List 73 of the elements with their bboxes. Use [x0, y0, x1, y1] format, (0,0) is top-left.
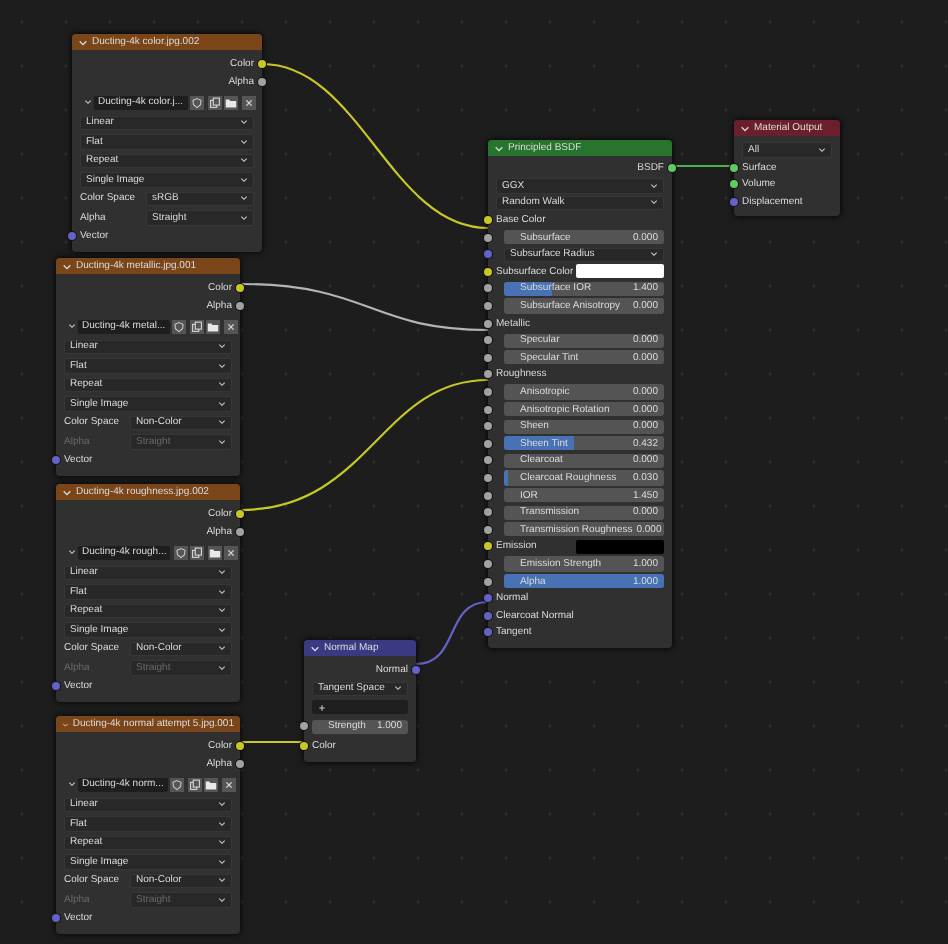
input-socket[interactable]	[484, 302, 492, 311]
input-socket[interactable]	[484, 611, 492, 620]
duplicate-icon[interactable]	[190, 545, 205, 560]
input-socket[interactable]	[730, 180, 738, 189]
input-socket[interactable]	[484, 542, 492, 551]
duplicate-icon[interactable]	[187, 777, 202, 792]
input-socket[interactable]	[484, 559, 492, 568]
input-socket[interactable]	[484, 422, 492, 431]
input-socket[interactable]	[484, 525, 492, 534]
folder-icon[interactable]	[207, 545, 222, 560]
input-socket[interactable]	[484, 216, 492, 225]
input-socket[interactable]	[484, 473, 492, 482]
output-socket[interactable]	[236, 302, 244, 311]
input-socket[interactable]	[484, 628, 492, 637]
color-swatch[interactable]	[576, 264, 664, 279]
output-socket[interactable]	[236, 741, 244, 750]
input-socket[interactable]	[484, 267, 492, 276]
collapse-caret-icon[interactable]	[740, 123, 750, 133]
input-socket[interactable]	[52, 914, 60, 923]
folder-icon[interactable]	[224, 95, 239, 110]
input-socket[interactable]	[300, 722, 308, 731]
shield-icon[interactable]	[170, 777, 185, 792]
input-socket[interactable]	[68, 232, 76, 241]
input-socket[interactable]	[300, 741, 308, 750]
uv-map-field[interactable]	[312, 700, 408, 715]
duplicate-icon[interactable]	[189, 319, 204, 334]
output-socket[interactable]	[236, 283, 244, 292]
node-link	[415, 600, 489, 666]
input-socket[interactable]	[484, 577, 492, 586]
input-socket[interactable]	[484, 233, 492, 242]
collapse-caret-icon[interactable]	[494, 143, 504, 153]
output-socket[interactable]	[236, 509, 244, 518]
shield-icon[interactable]	[173, 545, 188, 560]
color-swatch[interactable]	[576, 539, 664, 554]
input-socket[interactable]	[484, 388, 492, 397]
input-socket[interactable]	[484, 319, 492, 328]
input-socket[interactable]	[484, 284, 492, 293]
input-socket[interactable]	[484, 405, 492, 414]
collapse-caret-icon[interactable]	[78, 37, 88, 47]
shield-icon[interactable]	[172, 319, 187, 334]
input-socket[interactable]	[52, 456, 60, 465]
output-socket[interactable]	[236, 528, 244, 537]
collapse-caret-icon[interactable]	[62, 487, 72, 497]
close-icon[interactable]	[224, 545, 239, 560]
close-icon[interactable]	[223, 319, 238, 334]
output-socket[interactable]	[236, 760, 244, 769]
input-socket[interactable]	[484, 594, 492, 603]
input-socket[interactable]	[484, 370, 492, 379]
node-link	[672, 164, 734, 168]
input-socket[interactable]	[52, 682, 60, 691]
input-socket[interactable]	[484, 508, 492, 517]
input-socket[interactable]	[484, 353, 492, 362]
output-socket[interactable]	[668, 164, 676, 173]
output-socket[interactable]	[258, 78, 266, 87]
input-socket[interactable]	[730, 163, 738, 172]
input-socket[interactable]	[730, 197, 738, 206]
uv-icon	[318, 703, 326, 712]
input-socket[interactable]	[484, 439, 492, 448]
close-icon[interactable]	[241, 95, 256, 110]
input-socket[interactable]	[484, 250, 492, 259]
input-socket[interactable]	[484, 456, 492, 465]
collapse-caret-icon[interactable]	[310, 643, 320, 653]
duplicate-icon[interactable]	[207, 95, 222, 110]
folder-icon[interactable]	[206, 319, 221, 334]
folder-icon[interactable]	[204, 777, 219, 792]
collapse-caret-icon[interactable]	[62, 261, 72, 271]
close-icon[interactable]	[221, 777, 236, 792]
shield-icon[interactable]	[190, 95, 205, 110]
input-socket[interactable]	[484, 336, 492, 345]
output-socket[interactable]	[258, 59, 266, 68]
input-socket[interactable]	[484, 491, 492, 500]
node-link	[240, 740, 304, 744]
principled-bsdf-node[interactable]	[488, 140, 672, 648]
